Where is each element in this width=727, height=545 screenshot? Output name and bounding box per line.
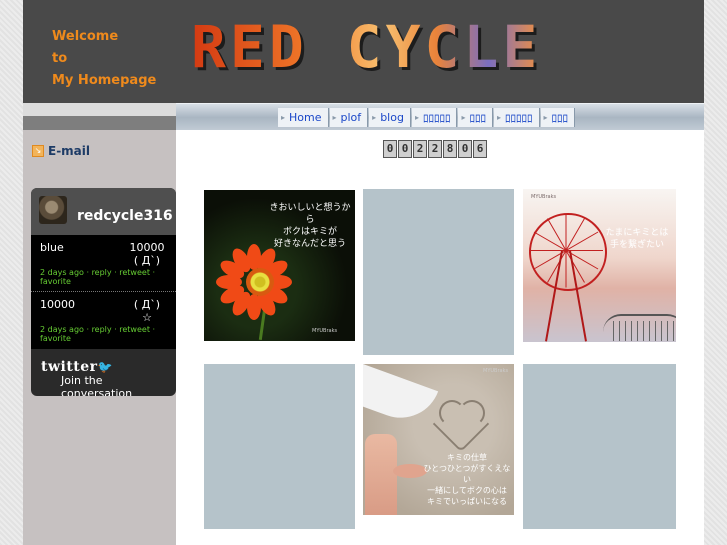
welcome-text: Welcome to My Homepage (52, 26, 156, 92)
thumb-caption: キミの仕草 ひとつひとつがすくえない 一緒にしてボクの心は キミでいっぱいになる (423, 453, 511, 506)
nav-label: ﾛﾛﾛ (551, 111, 569, 125)
counter-digit: 8 (443, 140, 457, 158)
email-link[interactable]: ↘ E-mail (32, 144, 90, 158)
nav-label: ﾛﾛﾛﾛﾛ (422, 111, 451, 125)
tweet-item: blue 10000 ( Д`) 2 days ago · reply · re… (31, 235, 176, 292)
counter-digit: 0 (458, 140, 472, 158)
gallery-placeholder[interactable] (204, 364, 355, 529)
counter-digit: 6 (473, 140, 487, 158)
arrow-right-icon: ▸ (414, 113, 419, 122)
bird-icon: 🐦 (97, 360, 114, 374)
mail-arrow-icon: ↘ (32, 145, 44, 157)
arrow-right-icon: ▸ (281, 113, 286, 122)
thumb-signature: MYUBraks (531, 194, 557, 200)
nav-item-blog[interactable]: ▸ blog (369, 108, 411, 127)
tweet-text-right: 10000 ( Д`) (125, 241, 169, 267)
nav-item-5[interactable]: ▸ ﾛﾛﾛ (458, 108, 493, 127)
thumb-signature: MYUBraks (312, 328, 338, 334)
main-nav: ▸ Home ▸ plof ▸ blog ▸ ﾛﾛﾛﾛﾛ ▸ ﾛﾛﾛ ▸ ﾛﾛﾛﾛﾛ ▸ ﾛﾛ… (176, 103, 704, 131)
nav-item-4[interactable]: ▸ ﾛﾛﾛﾛﾛ (411, 108, 458, 127)
nav-item-6[interactable]: ▸ ﾛﾛﾛﾛﾛ (493, 108, 540, 127)
site-header: RED CYCLE RED CYCLE (176, 0, 704, 103)
twitter-header: redcycle316 (31, 188, 176, 235)
counter-digit: 2 (413, 140, 427, 158)
tweet-meta[interactable]: 2 days ago · reply · retweet · favorite (40, 268, 170, 286)
arrow-right-icon: ▸ (543, 113, 548, 122)
nav-item-home[interactable]: ▸ Home (278, 108, 329, 127)
join-conversation-link[interactable]: Join the conversation (61, 374, 176, 396)
tweet-text-right: ( Д`) ☆ (125, 298, 169, 324)
counter-digit: 2 (428, 140, 442, 158)
twitter-footer: twitter🐦 Join the conversation (31, 349, 176, 396)
counter-digit: 0 (398, 140, 412, 158)
tweet-emote: ☆ (142, 311, 152, 324)
email-label: E-mail (48, 144, 91, 158)
gallery-thumb-ferris-wheel[interactable]: たまにキミとは 手を繋ぎたい MYUBraks (523, 189, 676, 342)
nav-label: ﾛﾛﾛ (469, 111, 486, 125)
sidebar-band-light (23, 103, 176, 116)
flower-center (246, 268, 274, 296)
tweet-value: 10000 (129, 241, 165, 254)
nav-items: ▸ Home ▸ plof ▸ blog ▸ ﾛﾛﾛﾛﾛ ▸ ﾛﾛﾛ ▸ ﾛﾛﾛﾛﾛ ▸ ﾛﾛ… (278, 108, 576, 127)
main-content: 0 0 2 2 8 0 6 きおいしいと想うから ボクはキミが 好きなんだと思う… (176, 130, 704, 545)
site-logo[interactable]: RED CYCLE (191, 16, 541, 78)
tweet-meta[interactable]: 2 days ago · reply · retweet · favorite (40, 325, 170, 343)
twitter-logo-text: twitter (41, 359, 98, 375)
nav-label: blog (380, 111, 404, 124)
nav-label: plof (340, 111, 362, 124)
nav-item-plof[interactable]: ▸ plof (329, 108, 369, 127)
tweet-value: ( Д`) (133, 298, 161, 311)
thumb-signature: MYUBraks (483, 368, 509, 374)
twitter-widget: redcycle316 blue 10000 ( Д`) 2 days ago … (31, 188, 176, 396)
welcome-line-2: to (52, 51, 68, 66)
welcome-line-1: Welcome (52, 29, 119, 44)
tweet-list: blue 10000 ( Д`) 2 days ago · reply · re… (31, 235, 176, 349)
twitter-username[interactable]: redcycle316 (77, 208, 173, 224)
sidebar-band-dark (23, 116, 176, 130)
left-sidebar: Welcome to My Homepage ↘ E-mail redcycle… (23, 0, 176, 545)
welcome-box: Welcome to My Homepage (23, 0, 176, 103)
welcome-line-3: My Homepage (52, 73, 157, 88)
gallery-thumb-sand-heart[interactable]: キミの仕草 ひとつひとつがすくえない 一緒にしてボクの心は キミでいっぱいになる… (363, 364, 514, 515)
tweet-text: 10000 (40, 298, 75, 311)
gallery-placeholder[interactable] (363, 189, 514, 355)
arrow-right-icon: ▸ (332, 113, 337, 122)
page: Welcome to My Homepage ↘ E-mail redcycle… (0, 0, 727, 545)
arrow-right-icon: ▸ (496, 113, 501, 122)
tweet-text: blue (40, 241, 64, 254)
legs (365, 434, 397, 515)
counter-digit: 0 (383, 140, 397, 158)
roller-coaster-supports (613, 321, 676, 341)
arrow-right-icon: ▸ (461, 113, 466, 122)
thumb-caption: たまにキミとは 手を繋ぎたい (605, 228, 669, 250)
avatar[interactable] (39, 196, 67, 224)
tweet-item: 10000 ( Д`) ☆ 2 days ago · reply · retwe… (31, 291, 176, 349)
visitor-counter: 0 0 2 2 8 0 6 (383, 140, 487, 158)
arrow-right-icon: ▸ (372, 113, 377, 122)
twitter-logo[interactable]: twitter🐦 (41, 359, 113, 375)
nav-item-7[interactable]: ▸ ﾛﾛﾛ (540, 108, 576, 127)
gallery-thumb-flower[interactable]: きおいしいと想うから ボクはキミが 好きなんだと思う MYUBraks (204, 190, 355, 341)
nav-label: Home (289, 111, 322, 124)
thumb-caption: きおいしいと想うから ボクはキミが 好きなんだと思う (269, 203, 351, 249)
tweet-emote: ( Д`) (133, 254, 161, 267)
gallery-placeholder[interactable] (523, 364, 676, 529)
nav-label: ﾛﾛﾛﾛﾛ (505, 111, 533, 125)
